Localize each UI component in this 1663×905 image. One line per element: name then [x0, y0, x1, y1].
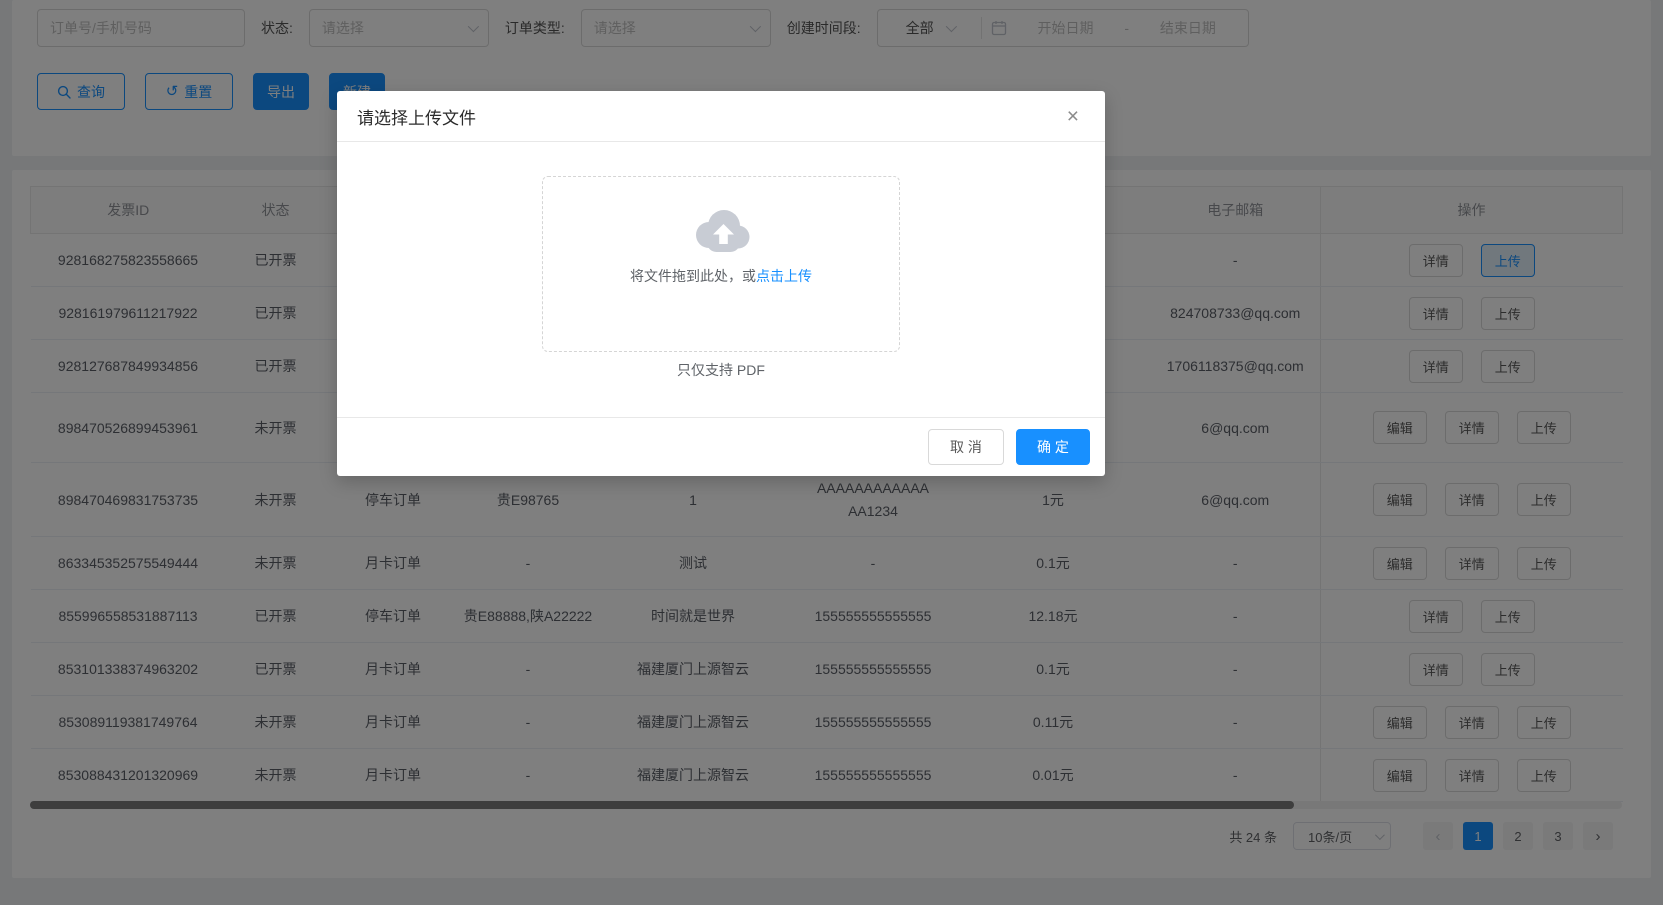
dialog-header: 请选择上传文件 × — [337, 91, 1105, 142]
upload-dropzone[interactable]: 将文件拖到此处，或点击上传 — [542, 176, 900, 352]
click-upload-link[interactable]: 点击上传 — [756, 268, 812, 284]
confirm-button[interactable]: 确 定 — [1016, 429, 1090, 465]
dialog-body: 将文件拖到此处，或点击上传 只仅支持 PDF — [337, 142, 1105, 417]
upload-hint: 只仅支持 PDF — [677, 362, 765, 378]
dialog-title: 请选择上传文件 — [357, 108, 476, 128]
upload-cloud-icon — [695, 210, 749, 252]
close-icon[interactable]: × — [1067, 106, 1079, 127]
dialog-footer: 取 消 确 定 — [337, 417, 1105, 476]
cancel-button[interactable]: 取 消 — [928, 429, 1004, 465]
upload-dialog: 请选择上传文件 × 将文件拖到此处，或点击上传 只仅支持 PDF 取 消 确 定 — [337, 91, 1105, 476]
drop-hint-text: 将文件拖到此处，或 — [630, 268, 756, 284]
